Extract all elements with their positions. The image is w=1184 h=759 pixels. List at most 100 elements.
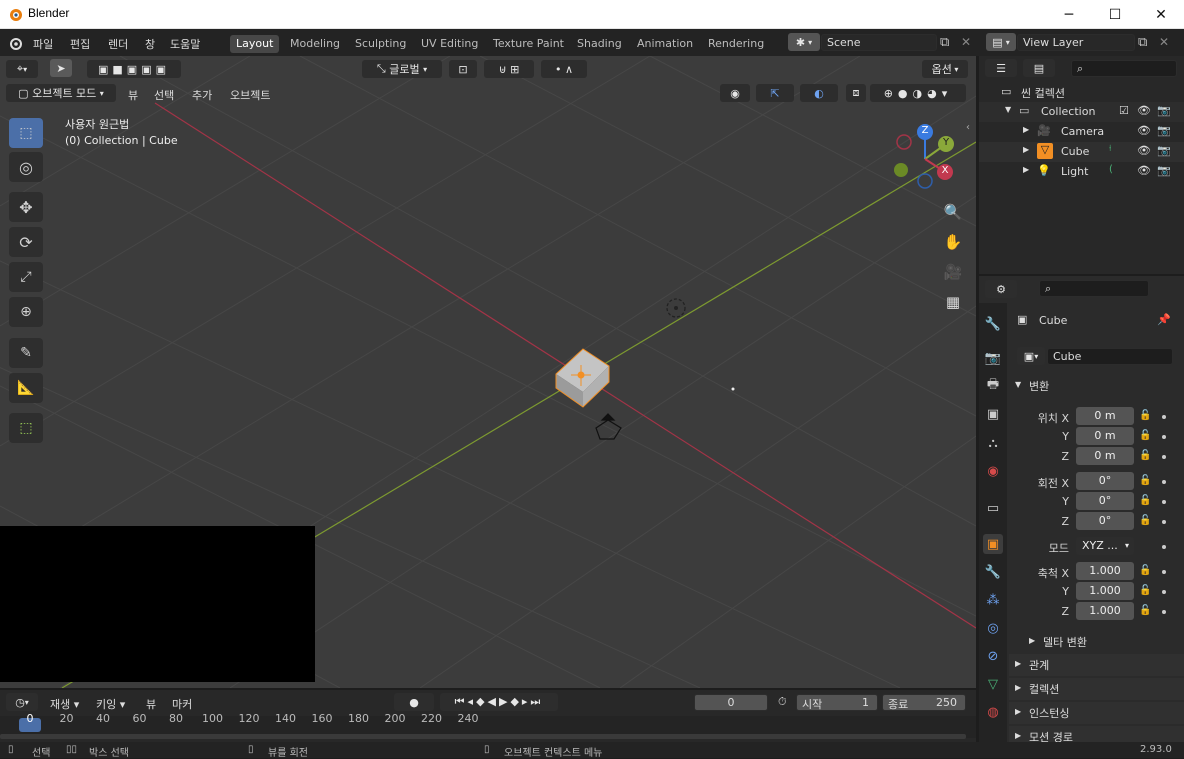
tab-scene[interactable]: ⛬ [983,433,1003,453]
frame-start-field[interactable]: 시작 1 [796,694,878,711]
transform-section-header[interactable]: ▼ 변환 [1009,375,1184,397]
tool-move[interactable]: ✥ [9,192,43,222]
instancing-header[interactable]: ▶ 인스턴싱 [1009,702,1184,724]
tab-shading[interactable]: Shading [571,35,628,53]
proportional-edit-buttons[interactable]: • ∧ [541,60,587,78]
copy-scene-icon[interactable]: ⧉ [940,35,949,50]
lock-icon[interactable]: 🔓 [1139,515,1151,526]
scene-selector-button[interactable]: ✱ ▾ [788,33,820,51]
cube-object[interactable] [555,348,610,408]
rotation-mode-dropdown[interactable]: XYZ ... ▾ [1076,537,1134,555]
menu-marker[interactable]: 마커 [172,696,192,712]
timeline-scrollbar[interactable] [0,734,966,739]
rotation-x-field[interactable]: 0° [1076,472,1134,490]
menu-object[interactable]: 오브젝트 [230,87,270,103]
eye-icon[interactable]: 👁 [1137,124,1151,137]
tab-physics[interactable]: ◎ [983,618,1003,638]
sidebar-toggle-icon[interactable]: ‹ [966,122,970,133]
xray-toggle[interactable]: ⧈ [846,84,866,102]
tab-object[interactable]: ▣ [983,534,1003,554]
current-frame-field[interactable]: 0 [694,694,768,711]
transform-orientation-dropdown[interactable]: ⤡ 글로벌 ▾ [362,60,442,78]
tab-world[interactable]: ◉ [983,461,1003,481]
visibility-dropdown[interactable]: ◉ [720,84,750,102]
tool-annotate[interactable]: ✎ [9,338,43,368]
pivot-point-dropdown[interactable]: ⊡ [449,60,477,78]
mode-dropdown[interactable]: ▢ 오브젝트 모드 ▾ [6,84,116,102]
stopwatch-icon[interactable]: ⏱ [778,695,787,709]
outliner-item-light[interactable]: ▶ 💡 Light ( 👁 📷 [979,162,1184,182]
tab-sculpting[interactable]: Sculpting [349,35,412,53]
keyframe-dot[interactable] [1162,545,1166,549]
tool-rotate[interactable]: ⟳ [9,227,43,257]
frame-end-field[interactable]: 종료 250 [882,694,966,711]
gizmo-toggle[interactable]: ⇱ [756,84,794,102]
lock-icon[interactable]: 🔓 [1139,585,1151,596]
lock-icon[interactable]: 🔓 [1139,565,1151,576]
relations-header[interactable]: ▶ 관계 [1009,654,1184,676]
tool-add-cube[interactable]: ⬚ [9,413,43,443]
scale-z-field[interactable]: 1.000 [1076,602,1134,620]
view-layer-field[interactable]: View Layer [1017,34,1135,51]
tab-particles[interactable]: ⁂ [983,590,1003,610]
menu-render[interactable]: 렌더 [108,36,128,52]
checkbox-icon[interactable]: ☑ [1119,104,1129,117]
tab-animation[interactable]: Animation [631,35,699,53]
outliner-editor-type[interactable]: ☰ [985,59,1017,77]
menu-window[interactable]: 창 [145,36,155,52]
render-camera-icon[interactable]: 📷 [1157,124,1171,137]
motion-paths-header[interactable]: ▶ 모션 경로 [1009,726,1184,742]
selection-mode-buttons[interactable]: ▣■▣▣▣ [87,60,181,78]
expand-chevron-icon[interactable]: ▼ [1005,105,1011,114]
outliner-item-camera[interactable]: ▶ 🎥 Camera 👁 📷 [979,122,1184,142]
lock-icon[interactable]: 🔓 [1139,495,1151,506]
lock-icon[interactable]: 🔓 [1139,605,1151,616]
remove-view-layer-icon[interactable]: ✕ [1159,35,1169,49]
camera-object[interactable] [595,413,622,440]
outliner-item-cube[interactable]: ▶ ▽ Cube ⍿ 👁 📷 [979,142,1184,162]
menu-help[interactable]: 도움말 [170,36,200,52]
overlay-toggle[interactable]: ◐ [800,84,838,102]
scale-x-field[interactable]: 1.000 [1076,562,1134,580]
tool-select-box[interactable]: ⬚ [9,118,43,148]
expand-chevron-icon[interactable]: ▶ [1023,145,1029,154]
lock-icon[interactable]: 🔓 [1139,410,1151,421]
tool-transform[interactable]: ⊕ [9,297,43,327]
tab-view-layer[interactable]: ▣ [983,404,1003,424]
tab-layout[interactable]: Layout [230,35,280,53]
tab-render[interactable]: 📷 [983,348,1003,368]
menu-timeline-view[interactable]: 뷰 [146,696,156,712]
tab-material[interactable]: ◍ [983,702,1003,722]
tool-measure[interactable]: 📐 [9,373,43,403]
tab-data[interactable]: ▽ [983,674,1003,694]
menu-edit[interactable]: 편집 [70,36,90,52]
keyframe-dot[interactable] [1162,435,1166,439]
menu-playback[interactable]: 재생 ▾ [50,696,79,712]
keyframe-dot[interactable] [1162,590,1166,594]
eye-icon[interactable]: 👁 [1137,104,1151,117]
perspective-toggle-button[interactable]: ▦ [941,290,965,314]
lock-icon[interactable]: 🔓 [1139,430,1151,441]
timeline-editor-type[interactable]: ◷ ▾ [6,693,38,711]
object-browse-button[interactable]: ▣ ▾ [1017,347,1045,365]
scale-y-field[interactable]: 1.000 [1076,582,1134,600]
shading-mode-buttons[interactable]: ⊕●◑◕▾ [870,84,966,102]
copy-view-layer-icon[interactable]: ⧉ [1138,35,1147,50]
tab-uv-editing[interactable]: UV Editing [415,35,484,53]
lock-icon[interactable]: 🔓 [1139,450,1151,461]
zoom-button[interactable]: 🔍 [941,200,965,224]
properties-editor-type[interactable]: ⚙ [985,280,1017,298]
tab-rendering[interactable]: Rendering [702,35,770,53]
menu-file[interactable]: 파일 [33,36,53,52]
outliner-search-input[interactable]: ⌕ [1071,60,1177,77]
render-camera-icon[interactable]: 📷 [1157,144,1171,157]
close-button[interactable]: ✕ [1138,0,1184,29]
keyframe-dot[interactable] [1162,570,1166,574]
tab-collection[interactable]: ▭ [983,498,1003,518]
tool-cursor[interactable]: ◎ [9,152,43,182]
options-dropdown[interactable]: 옵션 ▾ [922,60,968,78]
rotation-z-field[interactable]: 0° [1076,512,1134,530]
render-camera-icon[interactable]: 📷 [1157,164,1171,177]
keyframe-dot[interactable] [1162,520,1166,524]
expand-chevron-icon[interactable]: ▶ [1023,125,1029,134]
